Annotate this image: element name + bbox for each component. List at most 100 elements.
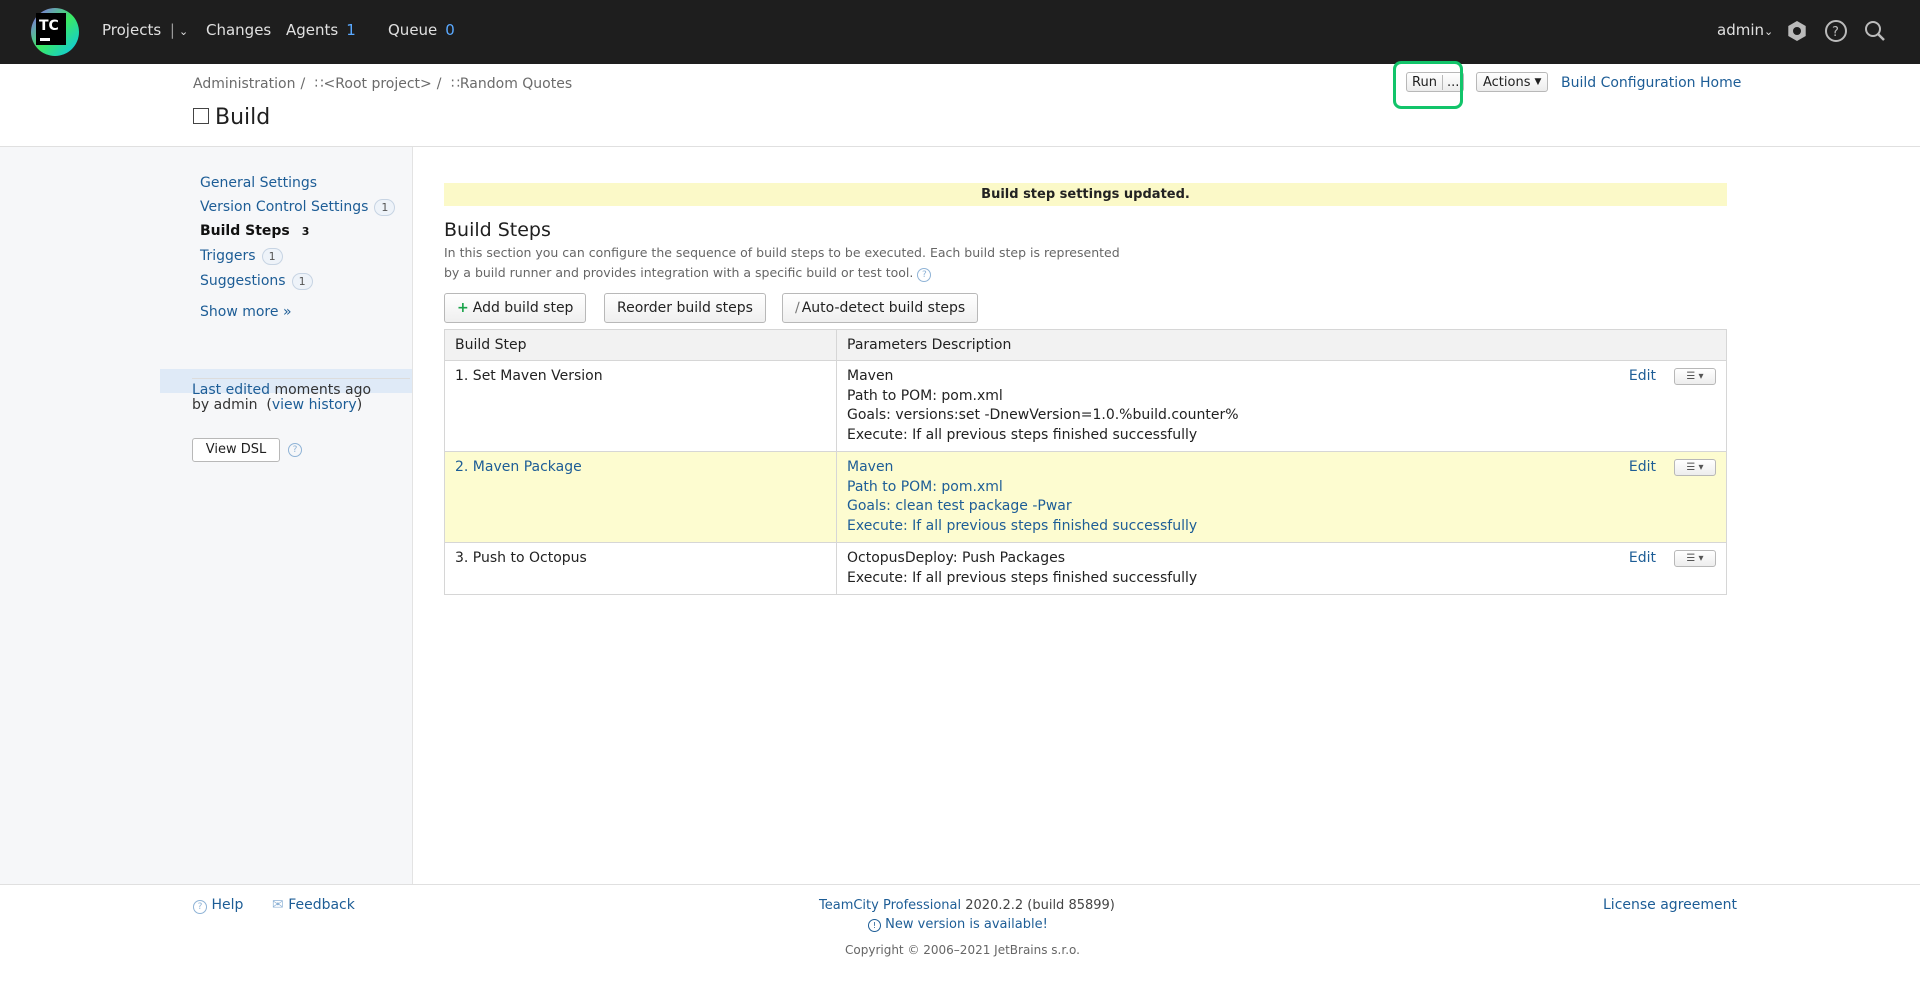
user-menu[interactable]: admin⌄ <box>1717 21 1773 39</box>
sidebar-item-label: Triggers <box>200 248 256 264</box>
param-line: Goals: clean test package -Pwar <box>847 498 1072 514</box>
sidebar-item-suggestions[interactable]: Suggestions 1 <box>200 273 313 290</box>
help-icon[interactable]: ? <box>1823 18 1849 44</box>
actions-button[interactable]: Actions ▼ <box>1476 72 1549 92</box>
section-title: Build Steps <box>444 219 551 241</box>
product-version: 2020.2.2 (build 85899) <box>965 898 1115 913</box>
queue-link[interactable]: Queue 0 <box>388 21 455 39</box>
column-header-parameters: Parameters Description <box>836 329 1727 361</box>
edited-by: by admin <box>192 397 258 413</box>
chevron-down-icon: ⌄ <box>1764 25 1774 38</box>
svg-text:TC: TC <box>39 18 59 34</box>
edit-link[interactable]: Edit <box>1629 458 1656 478</box>
page-title-text: Build <box>215 105 271 130</box>
sidebar-item-general-settings[interactable]: General Settings <box>200 175 317 191</box>
top-navigation-bar: TC Projects | ⌄ Changes Agents 1 Queue 0 ad… <box>0 0 1920 64</box>
step-name[interactable]: 1. Set Maven Version <box>444 360 837 452</box>
row-actions: Edit ☰ ▾ <box>1629 549 1716 569</box>
feedback-label: Feedback <box>288 897 355 913</box>
add-build-step-label: Add build step <box>472 300 574 316</box>
breadcrumb: Administration / ∷<Root project> / ∷Random… <box>193 76 573 92</box>
help-icon[interactable]: ? <box>917 268 932 282</box>
administration-gear-icon[interactable] <box>1784 18 1810 44</box>
section-description: In this section you can configure the se… <box>444 243 1124 283</box>
build-configuration-home-link[interactable]: Build Configuration Home <box>1561 75 1741 91</box>
help-link[interactable]: ? Help <box>193 897 243 914</box>
param-line: Execute: If all previous steps finished … <box>847 426 1198 443</box>
svg-text:?: ? <box>1832 25 1839 40</box>
actions-label: Actions <box>1483 74 1531 90</box>
view-history-link[interactable]: view history <box>272 397 357 413</box>
param-line: Maven <box>847 368 894 384</box>
row-actions: Edit ☰ ▾ <box>1629 458 1716 478</box>
new-version-link[interactable]: ! New version is available! <box>868 917 1048 932</box>
count-badge: 1 <box>291 273 313 290</box>
table-row[interactable]: 3. Push to Octopus Edit ☰ ▾ OctopusDeplo… <box>444 542 1727 595</box>
param-line: Maven <box>847 459 894 475</box>
search-icon[interactable] <box>1862 18 1888 44</box>
sidebar-item-build-steps[interactable]: Build Steps 3 <box>200 223 315 239</box>
sidebar-item-label: Version Control Settings <box>200 199 369 215</box>
envelope-icon: ✉ <box>272 897 284 913</box>
last-edited-link[interactable]: Last edited <box>192 382 270 398</box>
count-badge: 1 <box>374 199 396 216</box>
section-description-text: In this section you can configure the se… <box>444 245 1120 280</box>
copyright: Copyright © 2006–2021 JetBrains s.r.o. <box>845 943 1080 957</box>
edit-link[interactable]: Edit <box>1629 367 1656 387</box>
list-icon: ☰ <box>1686 553 1696 565</box>
build-steps-table: Build Step Parameters Description 1. Set… <box>444 329 1727 595</box>
agents-link[interactable]: Agents 1 <box>286 21 356 39</box>
add-build-step-button[interactable]: + Add build step <box>444 293 587 323</box>
chevron-down-icon: ⌄ <box>178 25 189 38</box>
changes-link[interactable]: Changes <box>206 21 271 39</box>
feedback-link[interactable]: ✉ Feedback <box>272 897 355 913</box>
help-icon[interactable]: ? <box>288 443 302 457</box>
breadcrumb-random-quotes[interactable]: Random Quotes <box>460 76 572 92</box>
step-name[interactable]: 3. Push to Octopus <box>444 542 837 595</box>
license-agreement-link[interactable]: License agreement <box>1603 897 1737 913</box>
new-version-label: New version is available! <box>885 917 1048 932</box>
project-grid-icon: ∷ <box>450 76 460 92</box>
view-dsl-button[interactable]: View DSL <box>192 438 280 462</box>
magic-wand-icon: ∕ <box>795 300 800 316</box>
param-line: Execute: If all previous steps finished … <box>847 569 1198 586</box>
row-menu-button[interactable]: ☰ ▾ <box>1674 368 1716 386</box>
project-grid-icon: ∷ <box>314 76 324 92</box>
product-link[interactable]: TeamCity Professional <box>819 898 961 913</box>
param-line: OctopusDeploy: Push Packages <box>847 550 1066 566</box>
show-more-link[interactable]: Show more » <box>200 304 292 320</box>
reorder-build-steps-button[interactable]: Reorder build steps <box>604 293 766 323</box>
param-line: Path to POM: pom.xml <box>847 387 1003 404</box>
page-footer: ? Help ✉ Feedback TeamCity Professional … <box>0 884 1920 996</box>
step-params[interactable]: Edit ☰ ▾ Maven Path to POM: pom.xml Goal… <box>836 451 1727 543</box>
row-menu-button[interactable]: ☰ ▾ <box>1674 459 1716 477</box>
page-title: Build <box>193 105 270 130</box>
agents-count: 1 <box>346 21 356 39</box>
sidebar-item-version-control-settings[interactable]: Version Control Settings 1 <box>200 199 396 216</box>
projects-menu[interactable]: Projects | ⌄ <box>102 21 188 39</box>
product-info: TeamCity Professional 2020.2.2 (build 85… <box>819 898 1115 913</box>
caret-down-icon: ▼ <box>1534 77 1542 87</box>
last-edited-time: moments ago <box>274 382 372 398</box>
column-header-build-step: Build Step <box>444 329 837 361</box>
edit-link[interactable]: Edit <box>1629 549 1656 569</box>
last-edited-info: Last edited moments ago by admin (view h… <box>192 382 372 413</box>
step-name[interactable]: 2. Maven Package <box>444 451 837 543</box>
sidebar-item-label: General Settings <box>200 175 318 191</box>
step-params[interactable]: Edit ☰ ▾ OctopusDeploy: Push Packages Ex… <box>836 542 1727 595</box>
row-menu-button[interactable]: ☰ ▾ <box>1674 550 1716 568</box>
table-row[interactable]: 1. Set Maven Version Edit ☰ ▾ Maven Path… <box>444 360 1727 452</box>
step-params[interactable]: Edit ☰ ▾ Maven Path to POM: pom.xml Goal… <box>836 360 1727 452</box>
breadcrumb-administration[interactable]: Administration <box>193 76 295 92</box>
param-line: Execute: If all previous steps finished … <box>847 517 1198 534</box>
table-row[interactable]: 2. Maven Package Edit ☰ ▾ Maven Path to … <box>444 451 1727 543</box>
sidebar-item-triggers[interactable]: Triggers 1 <box>200 248 283 265</box>
help-icon: ? <box>193 900 207 914</box>
count-badge: 3 <box>301 225 310 238</box>
param-line: Goals: versions:set -DnewVersion=1.0.%bu… <box>847 407 1239 423</box>
auto-detect-build-steps-button[interactable]: ∕ Auto-detect build steps <box>782 293 979 323</box>
breadcrumb-root-project[interactable]: <Root project> <box>324 76 432 92</box>
teamcity-logo[interactable]: TC <box>29 7 81 57</box>
page-header: Administration / ∷<Root project> / ∷Random… <box>0 64 1920 147</box>
step-name-text: 1. Set Maven Version <box>455 368 603 384</box>
